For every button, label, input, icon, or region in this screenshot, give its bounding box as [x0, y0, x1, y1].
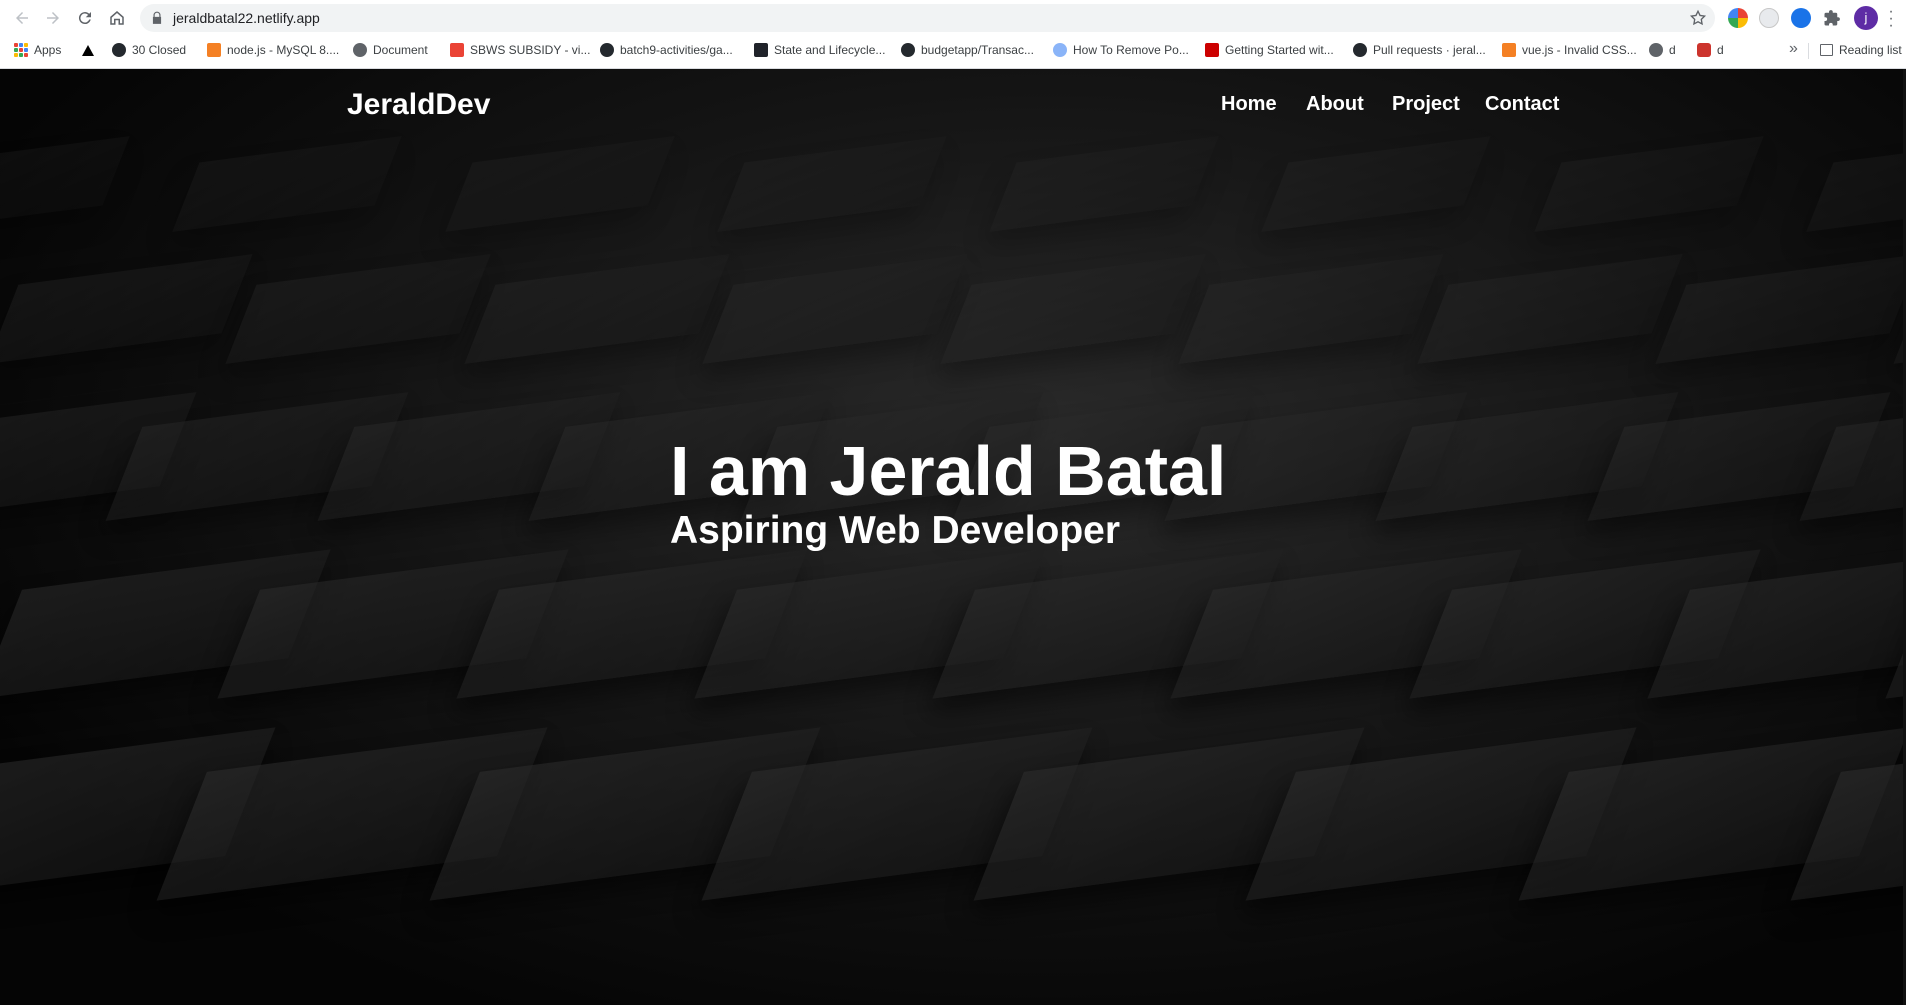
bookmark-item[interactable]: batch9-activities/ga...	[600, 41, 733, 59]
bookmark-item[interactable]: d	[1697, 41, 1724, 59]
cloud-icon	[1053, 43, 1067, 57]
nav-home-link[interactable]: Home	[1221, 93, 1277, 116]
bookmark-item[interactable]: budgetapp/Transac...	[901, 41, 1034, 59]
bookmark-drive[interactable]	[82, 41, 94, 59]
bookmark-item[interactable]: How To Remove Po...	[1053, 41, 1189, 59]
react-icon	[754, 43, 768, 57]
globe-icon	[1649, 43, 1663, 57]
bookmark-item[interactable]: Document	[353, 41, 428, 59]
more-icon[interactable]: · · ·	[1888, 4, 1894, 34]
background-cube	[1261, 136, 1492, 232]
site-navbar: JeraldDev Home About Project Contact	[0, 69, 1906, 139]
hero-section: I am Jerald Batal Aspiring Web Developer	[670, 431, 1226, 555]
extension-icon[interactable]	[1759, 8, 1779, 28]
background-cube	[1655, 254, 1906, 364]
bookmark-star-icon[interactable]	[1689, 9, 1707, 27]
address-bar[interactable]: jeraldbatal22.netlify.app	[140, 4, 1715, 32]
color-extension-icon[interactable]	[1728, 8, 1748, 28]
background-cube	[940, 254, 1206, 364]
browser-toolbar: jeraldbatal22.netlify.app j · · ·	[0, 0, 1906, 36]
background-cube	[1806, 136, 1906, 232]
background-cube	[0, 254, 253, 364]
bookmark-label: Document	[373, 43, 428, 57]
puzzle-icon[interactable]	[1823, 9, 1841, 27]
bookmark-item[interactable]: vue.js - Invalid CSS...	[1502, 41, 1637, 59]
github-icon	[1353, 43, 1367, 57]
portfolio-page: JeraldDev Home About Project Contact I a…	[0, 69, 1906, 1005]
bookmark-label: d	[1669, 43, 1676, 57]
bookmark-label: Getting Started wit...	[1225, 43, 1334, 57]
back-icon[interactable]	[10, 6, 34, 30]
nav-about-link[interactable]: About	[1306, 93, 1364, 116]
github-icon	[112, 43, 126, 57]
background-cube	[172, 136, 402, 232]
github-icon	[600, 43, 614, 57]
background-cube	[0, 136, 130, 232]
bookmark-label: State and Lifecycle...	[774, 43, 886, 57]
drive-icon	[82, 44, 94, 56]
stackoverflow-icon	[1502, 43, 1516, 57]
background-cube	[225, 254, 491, 364]
globe-icon	[353, 43, 367, 57]
bookmark-label: batch9-activities/ga...	[620, 43, 733, 57]
bookmark-item[interactable]: SBWS SUBSIDY - vi...	[450, 41, 590, 59]
ruby-gem-icon	[1205, 43, 1219, 57]
bookmark-label: vue.js - Invalid CSS...	[1522, 43, 1637, 57]
bookmark-label: How To Remove Po...	[1073, 43, 1189, 57]
bookmark-item[interactable]: Pull requests · jeral...	[1353, 41, 1486, 59]
profile-avatar[interactable]: j	[1854, 6, 1878, 30]
hero-title: I am Jerald Batal	[670, 432, 1227, 510]
bookmark-label: Apps	[34, 43, 62, 57]
bookmark-item[interactable]: Getting Started wit...	[1205, 41, 1334, 59]
bookmark-item[interactable]: d	[1649, 41, 1676, 59]
bookmark-item[interactable]: State and Lifecycle...	[754, 41, 885, 59]
nav-contact-link[interactable]: Contact	[1485, 93, 1559, 116]
extension-icon[interactable]	[1791, 8, 1811, 28]
divider	[1808, 43, 1809, 59]
bookmarks-bar: Apps 30 Closed node.js - MySQL 8.... Doc…	[0, 38, 1906, 62]
gmail-icon	[450, 43, 464, 57]
background-cube	[702, 254, 968, 364]
background-cube	[717, 136, 947, 232]
background-cube	[1416, 254, 1683, 364]
nav-project-link[interactable]: Project	[1392, 93, 1460, 116]
background-cube	[989, 136, 1219, 232]
github-icon	[901, 43, 915, 57]
apps-grid-icon	[14, 43, 28, 57]
background-cube	[1534, 136, 1764, 232]
background-cube	[463, 254, 730, 364]
home-icon[interactable]	[105, 6, 129, 30]
lock-icon	[152, 11, 162, 24]
url-text: jeraldbatal22.netlify.app	[173, 10, 320, 26]
background-cube	[1178, 254, 1444, 364]
reading-list-label: Reading list	[1839, 43, 1902, 57]
ruby-icon	[1697, 43, 1711, 57]
bookmark-label: d	[1717, 43, 1724, 57]
hero-subtitle: Aspiring Web Developer	[670, 509, 1121, 552]
bookmark-item[interactable]: 30 Closed	[112, 41, 186, 59]
bookmarks-overflow-icon[interactable]: »	[1789, 40, 1798, 58]
forward-icon[interactable]	[41, 6, 65, 30]
bookmark-label: 30 Closed	[132, 43, 187, 57]
site-logo[interactable]: JeraldDev	[347, 88, 490, 122]
bookmark-label: budgetapp/Transac...	[921, 43, 1034, 57]
reading-list-button[interactable]: Reading list	[1820, 41, 1902, 59]
reading-list-icon	[1820, 44, 1833, 56]
bookmark-label: node.js - MySQL 8....	[227, 43, 340, 57]
reload-icon[interactable]	[73, 6, 97, 30]
background-cube	[444, 136, 675, 232]
bookmark-label: SBWS SUBSIDY - vi...	[470, 43, 591, 57]
bookmark-item[interactable]: node.js - MySQL 8....	[207, 41, 339, 59]
bookmark-apps[interactable]: Apps	[14, 41, 61, 59]
bookmark-label: Pull requests · jeral...	[1373, 43, 1486, 57]
browser-chrome: jeraldbatal22.netlify.app j · · · Apps 30 …	[0, 0, 1906, 69]
stackoverflow-icon	[207, 43, 221, 57]
